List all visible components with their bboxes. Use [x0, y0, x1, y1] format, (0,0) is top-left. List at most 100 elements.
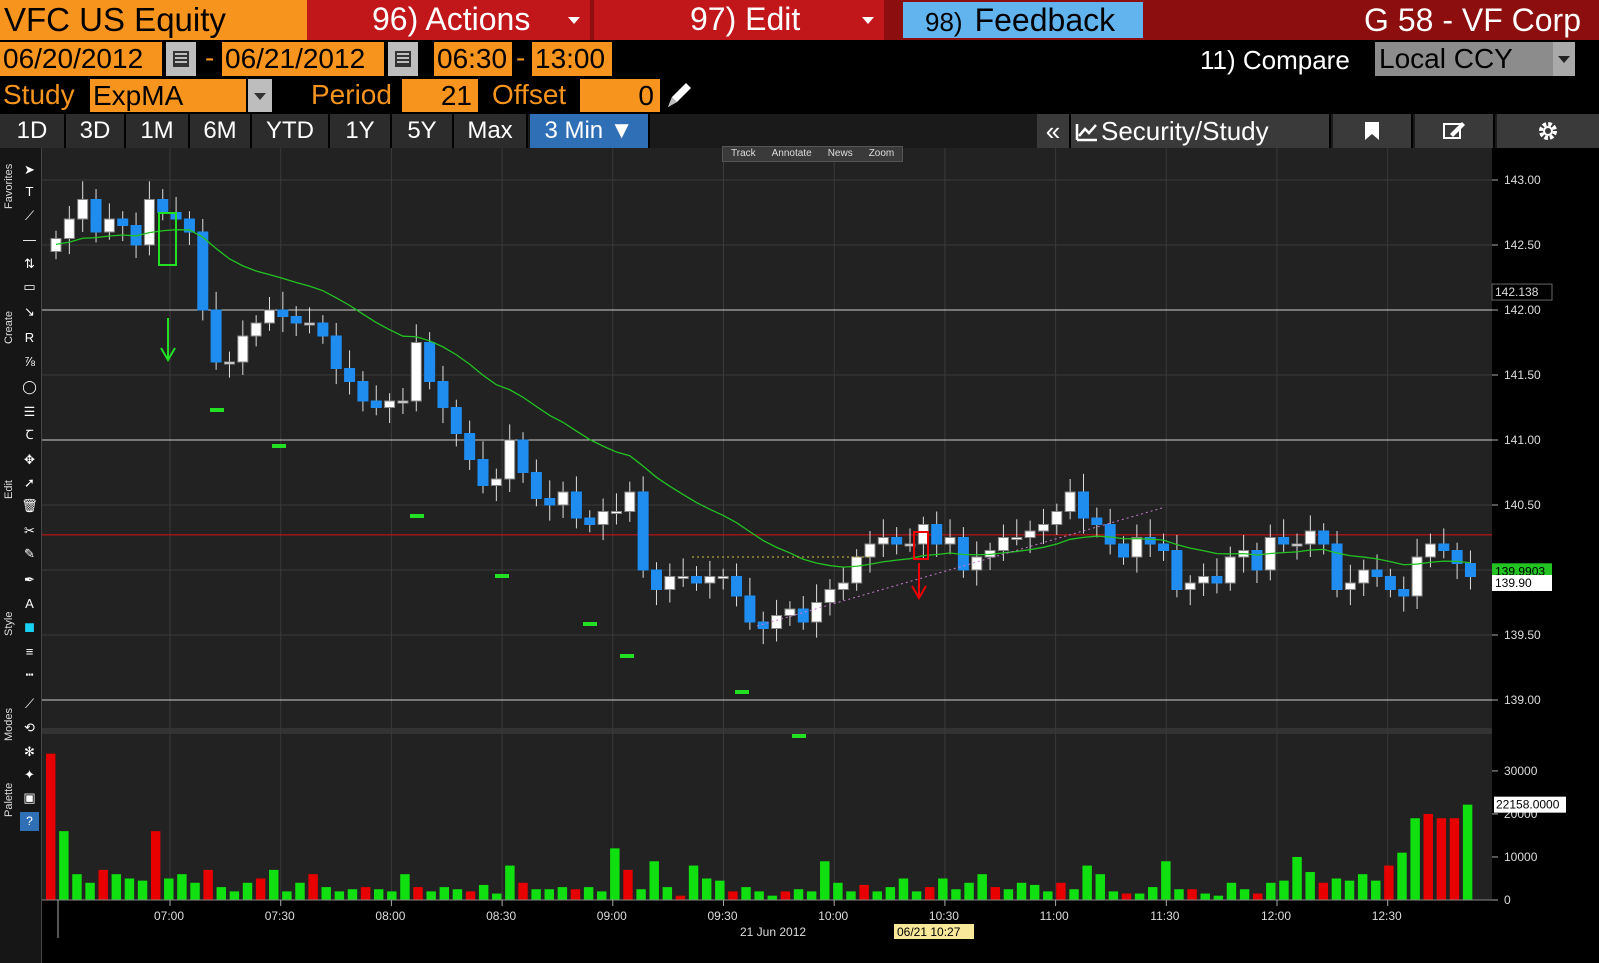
- zoom-button[interactable]: Zoom: [861, 148, 903, 159]
- candle: [877, 537, 889, 545]
- level-tool-icon[interactable]: ⇅: [20, 254, 39, 273]
- candle: [264, 309, 276, 324]
- volume-bar: [977, 874, 987, 900]
- flag-icon: [1365, 122, 1379, 140]
- list-icon[interactable]: ☰: [20, 402, 39, 421]
- volume-bar: [505, 865, 515, 900]
- volume-bar: [360, 887, 371, 900]
- tab-1m[interactable]: 1M: [126, 114, 190, 148]
- volume-bar: [400, 874, 410, 900]
- volume-bar: [1200, 893, 1210, 900]
- edit-menu[interactable]: 97) Edit: [594, 0, 884, 40]
- eraser-icon[interactable]: ⟋: [20, 694, 39, 713]
- volume-bar: [1016, 882, 1027, 900]
- volume-bar: [150, 831, 161, 900]
- line-weight-icon[interactable]: ≡: [20, 642, 39, 661]
- candle: [1198, 576, 1210, 584]
- offset-field[interactable]: 0: [580, 79, 660, 112]
- tab-6m[interactable]: 6M: [190, 114, 252, 148]
- pointer-icon[interactable]: ➤: [20, 160, 39, 179]
- cursor-icon[interactable]: ✦: [20, 765, 39, 784]
- end-date-field[interactable]: 06/21/2012: [222, 42, 384, 76]
- pen-icon[interactable]: ✒: [20, 570, 39, 589]
- candle: [717, 576, 729, 579]
- text-box-icon[interactable]: Ꞇ: [20, 425, 39, 444]
- tab-1d[interactable]: 1D: [0, 114, 66, 148]
- settings-button[interactable]: [1497, 114, 1599, 148]
- tab-3d[interactable]: 3D: [66, 114, 126, 148]
- tool-fan-icon[interactable]: ⅞: [20, 352, 39, 371]
- tab-1y[interactable]: 1Y: [330, 114, 392, 148]
- candle: [210, 309, 222, 363]
- price-chart[interactable]: 143.00142.50142.00141.50141.00140.50140.…: [42, 148, 1599, 963]
- tab-5y[interactable]: 5Y: [392, 114, 454, 148]
- start-time-field[interactable]: 06:30: [434, 42, 512, 76]
- arrow-tool-icon[interactable]: ↘: [20, 302, 39, 321]
- candle: [744, 595, 756, 623]
- move-icon[interactable]: ✥: [20, 450, 39, 469]
- ema-marker: [583, 622, 597, 626]
- color-swatch-icon[interactable]: ■: [20, 618, 39, 637]
- date-label: 21 Jun 2012: [740, 925, 806, 939]
- tab-3min[interactable]: 3 Min ▼: [530, 114, 650, 148]
- period-field[interactable]: 21: [402, 79, 478, 112]
- line-style-icon[interactable]: ┅: [20, 665, 39, 684]
- pencil-icon[interactable]: [664, 79, 694, 111]
- candle: [650, 569, 662, 590]
- candle: [1358, 569, 1370, 584]
- news-button[interactable]: News: [820, 148, 861, 159]
- ellipse-icon[interactable]: ◯: [20, 377, 39, 396]
- study-field[interactable]: ExpMA: [90, 79, 246, 112]
- end-time-field[interactable]: 13:00: [532, 42, 612, 76]
- volume-bar: [1134, 893, 1145, 900]
- candle: [1024, 530, 1036, 538]
- edit-chart-button[interactable]: [1415, 114, 1495, 148]
- horizontal-line-icon[interactable]: —: [20, 230, 39, 249]
- tab-ytd[interactable]: YTD: [252, 114, 330, 148]
- rectangle-icon[interactable]: ▭: [20, 277, 39, 296]
- volume-bar: [1292, 856, 1302, 900]
- volume-bar: [1266, 882, 1276, 900]
- text-tool-icon[interactable]: T: [20, 182, 39, 201]
- volume-bar: [793, 889, 804, 900]
- feedback-button[interactable]: 98) Feedback: [903, 2, 1143, 38]
- study-dropdown[interactable]: [248, 79, 272, 112]
- annotate-button[interactable]: Annotate: [764, 148, 820, 159]
- volume-bar: [124, 878, 135, 900]
- trash-icon[interactable]: 🗑: [20, 496, 39, 515]
- undo-icon[interactable]: ⟲: [20, 718, 39, 737]
- calendar-icon[interactable]: [166, 42, 196, 76]
- ticker-field[interactable]: VFC US Equity: [0, 0, 307, 40]
- snowflake-icon[interactable]: ✻: [20, 742, 39, 761]
- tab-max[interactable]: Max: [454, 114, 528, 148]
- candle: [1211, 576, 1223, 584]
- track-button[interactable]: Track: [723, 148, 764, 159]
- volume-bar: [452, 889, 463, 900]
- select-icon[interactable]: ➚: [20, 473, 39, 492]
- candle: [997, 537, 1009, 551]
- actions-menu[interactable]: 96) Actions: [307, 0, 590, 40]
- line-tool-icon[interactable]: ⟋: [20, 206, 39, 225]
- currency-select[interactable]: Local CCY: [1375, 42, 1575, 76]
- chevron-down-icon: [1553, 42, 1575, 76]
- volume-bar: [1226, 882, 1237, 900]
- volume-bar: [610, 848, 620, 900]
- palette-icon[interactable]: ▣: [20, 788, 39, 807]
- bookmark-button[interactable]: [1333, 114, 1413, 148]
- edit-icon: [1443, 122, 1465, 139]
- magic-icon[interactable]: ✎: [20, 544, 39, 563]
- scissors-icon[interactable]: ✂: [20, 521, 39, 540]
- volume-bar: [295, 882, 305, 900]
- start-date-field[interactable]: 06/20/2012: [0, 42, 162, 76]
- calendar-icon[interactable]: [388, 42, 418, 76]
- candle: [410, 342, 422, 402]
- retracement-icon[interactable]: R: [20, 328, 39, 347]
- font-icon[interactable]: A: [20, 594, 39, 613]
- security-study-button[interactable]: Security/Study: [1071, 114, 1331, 148]
- help-icon[interactable]: ?: [20, 812, 39, 831]
- compare-button[interactable]: 11) Compare: [1200, 42, 1350, 78]
- volume-bar: [46, 753, 56, 900]
- candle: [1131, 537, 1143, 558]
- pane-divider: [42, 728, 1492, 734]
- collapse-button[interactable]: «: [1037, 114, 1071, 148]
